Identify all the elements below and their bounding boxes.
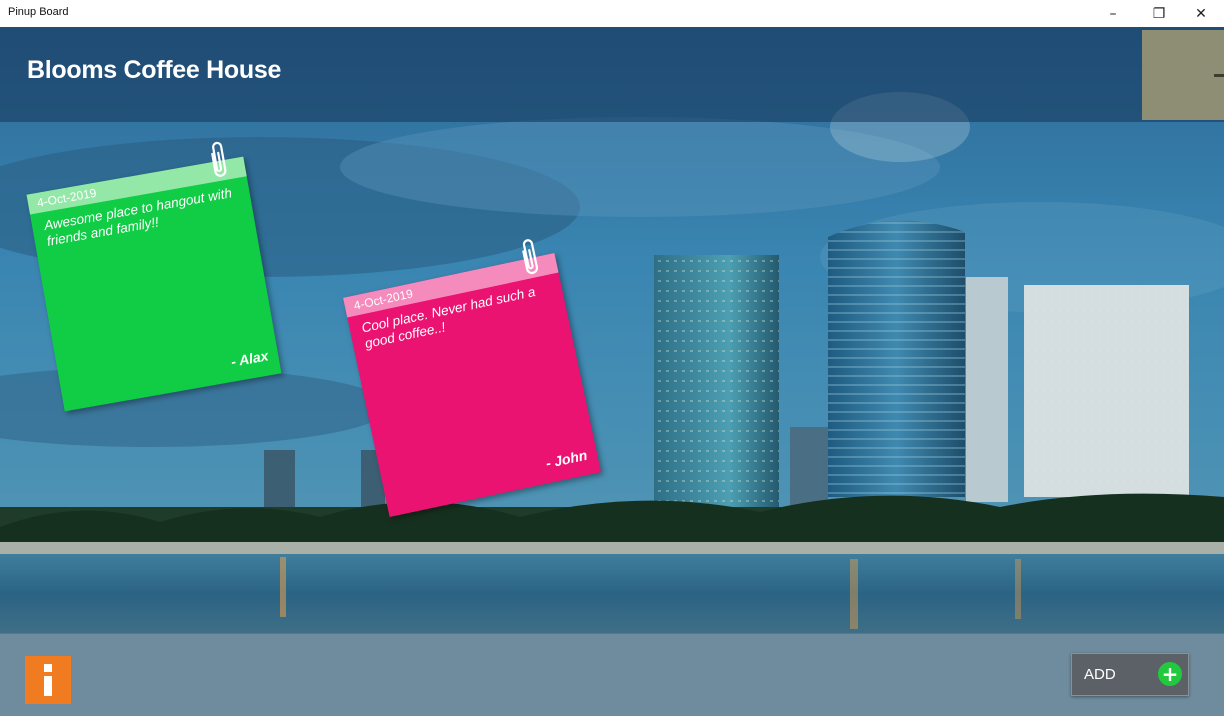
header-thumbnail[interactable] (1142, 30, 1224, 120)
plus-circle-icon: + (1158, 662, 1182, 686)
window-titlebar: Pinup Board – ❐ ✕ (0, 0, 1224, 27)
info-button[interactable] (25, 656, 71, 704)
restore-button[interactable]: ❐ (1136, 0, 1182, 27)
app-header: Blooms Coffee House (0, 27, 1224, 122)
sticky-note[interactable]: 4-Oct-2019 Awesome place to hangout with… (26, 141, 282, 412)
window-title: Pinup Board (8, 6, 69, 18)
close-button[interactable]: ✕ (1178, 0, 1224, 27)
app-footer (0, 633, 1224, 716)
minimize-button[interactable]: – (1090, 0, 1136, 27)
sticky-note[interactable]: 4-Oct-2019 Cool place. Never had such a … (343, 239, 601, 518)
pinup-board: Blooms Coffee House 4-Oct-2019 Awesome p… (0, 27, 1224, 716)
page-title: Blooms Coffee House (27, 56, 282, 84)
note-author: - John (544, 446, 589, 472)
add-button-label: ADD (1084, 666, 1116, 683)
note-author: - Alax (229, 347, 270, 370)
info-icon (44, 656, 52, 696)
add-note-button[interactable]: ADD + (1071, 653, 1189, 696)
